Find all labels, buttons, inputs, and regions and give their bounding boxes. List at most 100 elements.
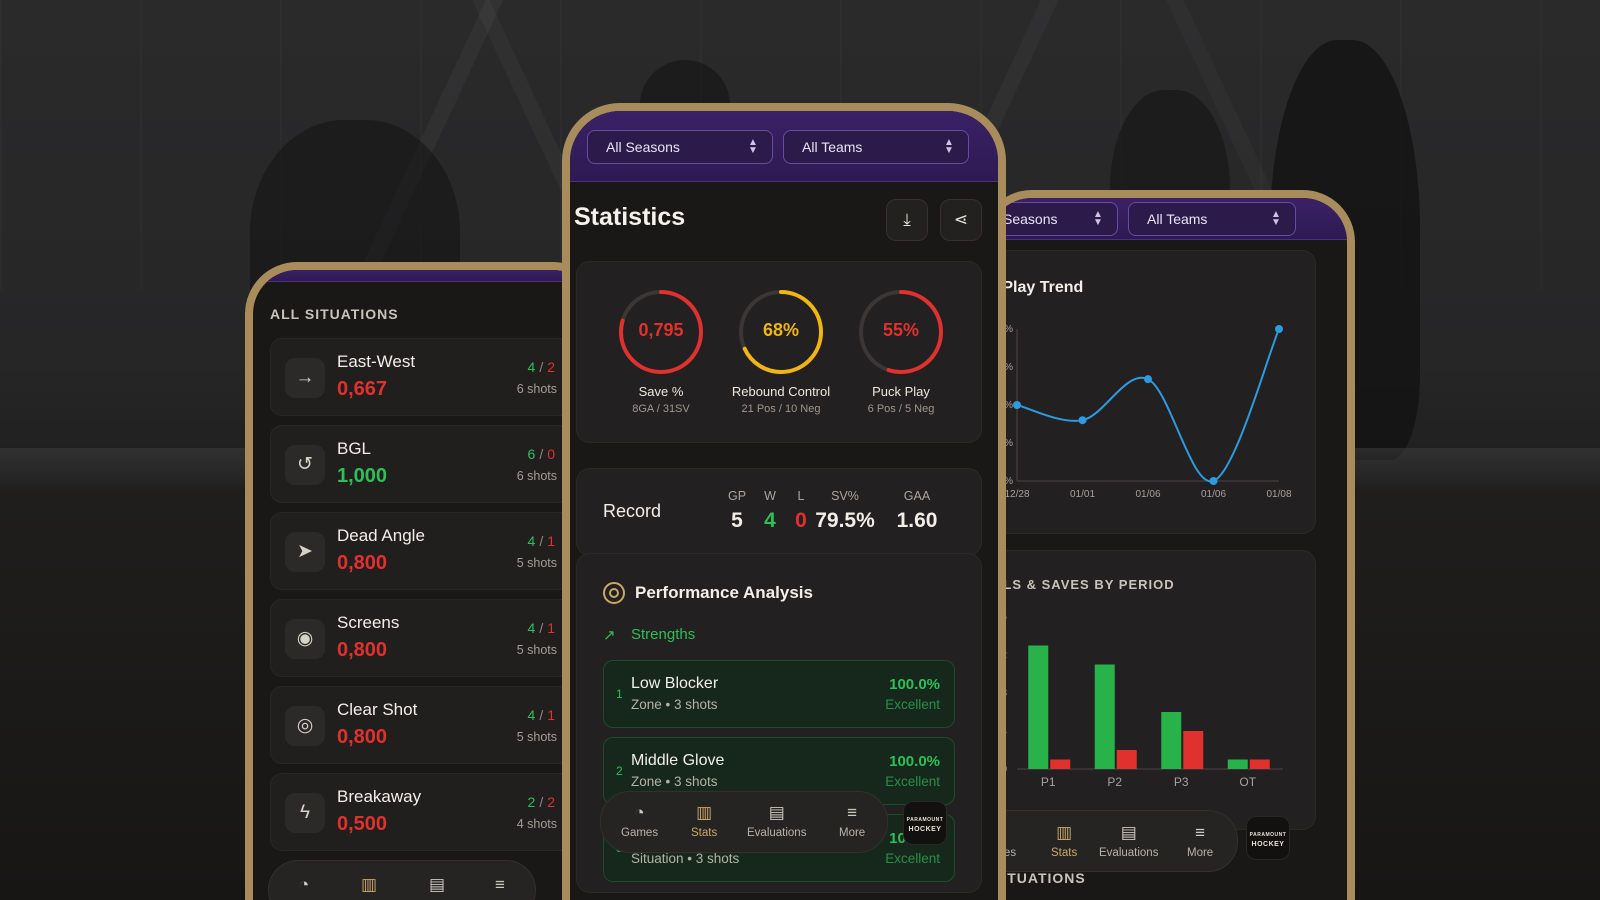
phone-statistics: All Seasons ▲ ▼ All Teams ▲ ▼ Statistics ⤓… bbox=[562, 103, 1006, 900]
nav-games[interactable]: ◔ Games bbox=[621, 803, 658, 839]
strength-name: Middle Glove bbox=[631, 752, 725, 769]
brand-logo[interactable]: PARAMOUNT HOCKEY bbox=[903, 801, 947, 845]
ratio-sep: / bbox=[539, 794, 544, 810]
nav-stats-icon[interactable]: ▥ bbox=[361, 875, 377, 899]
section-title: ALL SITUATIONS bbox=[270, 306, 399, 322]
situation-row[interactable]: ↺ BGL 1,000 6/0 6 shots bbox=[270, 425, 597, 503]
strength-index: 2 bbox=[616, 764, 623, 778]
clipboard-icon: ▤ bbox=[768, 803, 785, 822]
trend-card: k Play Trend 0%25%50%75%100%12/2801/0101… bbox=[988, 250, 1316, 534]
gauges-card: 0,795 Save % 8GA / 31SV 68% Rebound Control 2… bbox=[576, 261, 982, 443]
ratio-sep: / bbox=[539, 359, 544, 375]
situation-row[interactable]: ◉ Screens 0,800 4/1 5 shots bbox=[270, 599, 597, 677]
nav-evaluations-icon[interactable]: ▤ bbox=[429, 875, 445, 899]
situation-ratio: 4/2 bbox=[528, 359, 555, 375]
situation-value: 0,800 bbox=[337, 639, 388, 661]
bad-count: 1 bbox=[547, 620, 555, 636]
situation-shots: 5 shots bbox=[516, 643, 557, 657]
nav-label: More bbox=[839, 827, 866, 839]
bottom-nav: ◔ Games ▥ Stats ▤ Evaluations ≡ More bbox=[600, 791, 888, 853]
nav-stats[interactable]: ▥ Stats bbox=[691, 803, 717, 839]
season-select[interactable]: All Seasons ▲ ▼ bbox=[587, 130, 773, 164]
arrow-right-icon: → bbox=[285, 358, 325, 398]
saves-bar bbox=[1094, 664, 1115, 769]
x-tick-label: P3 bbox=[1174, 775, 1189, 789]
situation-row[interactable]: → East-West 0,667 4/2 6 shots bbox=[270, 338, 597, 416]
situation-value: 0,500 bbox=[337, 813, 388, 835]
lightning-icon: ϟ bbox=[285, 793, 325, 833]
team-select[interactable]: All Teams ▲ ▼ bbox=[1128, 202, 1296, 236]
situation-row[interactable]: ϟ Breakaway 0,500 2/2 4 shots bbox=[270, 773, 597, 851]
period-card: ALS & SAVES BY PERIOD 0481216P1P2P3OT bbox=[988, 550, 1316, 830]
period-title: ALS & SAVES BY PERIOD bbox=[993, 577, 1175, 592]
clipboard-icon: ▤ bbox=[1120, 823, 1137, 842]
team-select-value: All Teams bbox=[1147, 211, 1208, 227]
record-card: Record GP 5 W 4 L 0 SV% 79.5% GAA 1.60 bbox=[576, 468, 982, 556]
phone-trends: Seasons ▲▼ All Teams ▲▼ k Play Trend 0%2… bbox=[980, 190, 1355, 900]
performance-title: Performance Analysis bbox=[635, 583, 813, 602]
phone-situations: ALL SITUATIONS → East-West 0,667 4/2 6 shots… bbox=[245, 262, 605, 900]
ratio-sep: / bbox=[539, 446, 544, 462]
x-tick-label: 01/06 bbox=[1135, 489, 1160, 500]
bar-chart-icon: ▥ bbox=[1056, 823, 1073, 842]
gauge: 55% Puck Play 6 Pos / 5 Neg bbox=[841, 288, 961, 415]
good-count: 4 bbox=[527, 359, 536, 375]
x-tick-label: P2 bbox=[1107, 775, 1122, 789]
nav-more-icon[interactable]: ≡ bbox=[495, 875, 505, 899]
section-title: SITUATIONS bbox=[992, 870, 1086, 886]
team-select[interactable]: All Teams ▲ ▼ bbox=[783, 130, 969, 164]
brand-logo[interactable]: PARAMOUNT HOCKEY bbox=[1246, 816, 1290, 860]
goals-bar bbox=[1116, 750, 1137, 769]
x-tick-label: P1 bbox=[1041, 775, 1056, 789]
situation-row[interactable]: ◎ Clear Shot 0,800 4/1 5 shots bbox=[270, 686, 597, 764]
chevron-updown-icon: ▲ ▼ bbox=[748, 137, 758, 156]
goals-bar bbox=[1050, 759, 1071, 769]
trend-point bbox=[1144, 375, 1152, 384]
situation-row[interactable]: ➤ Dead Angle 0,800 4/1 5 shots bbox=[270, 512, 597, 590]
bad-count: 2 bbox=[547, 359, 555, 375]
x-tick-label: 01/01 bbox=[1070, 489, 1095, 500]
situation-ratio: 4/1 bbox=[528, 533, 555, 549]
share-button[interactable]: ⋖ bbox=[940, 199, 982, 241]
strength-item[interactable]: 1 Low Blocker Zone • 3 shots 100.0% Excellen… bbox=[603, 660, 955, 728]
situation-ratio: 6/0 bbox=[528, 446, 555, 462]
nav-evaluations[interactable]: ▤ Evaluations bbox=[1099, 823, 1158, 859]
rotate-icon: ↺ bbox=[285, 445, 325, 485]
gauge: 0,795 Save % 8GA / 31SV bbox=[601, 288, 721, 415]
bad-count: 2 bbox=[547, 794, 555, 810]
menu-icon: ≡ bbox=[847, 803, 858, 822]
strength-sub: Situation • 3 shots bbox=[631, 851, 740, 866]
gauge: 68% Rebound Control 21 Pos / 10 Neg bbox=[721, 288, 841, 415]
gauge-label: Save % bbox=[638, 384, 684, 399]
situation-name: Dead Angle bbox=[337, 526, 425, 545]
situation-shots: 5 shots bbox=[516, 730, 557, 744]
nav-stats[interactable]: ▥ Stats bbox=[1051, 823, 1077, 859]
record-label: Record bbox=[603, 501, 662, 521]
bad-count: 0 bbox=[547, 446, 555, 462]
saves-bar bbox=[1161, 712, 1182, 769]
situation-ratio: 2/2 bbox=[528, 794, 555, 810]
saves-bar bbox=[1227, 759, 1248, 769]
nav-more[interactable]: ≡ More bbox=[1187, 823, 1213, 859]
chevron-updown-icon: ▲ ▼ bbox=[1271, 209, 1281, 228]
nav-games-icon[interactable]: ◔ bbox=[299, 875, 309, 899]
situation-shots: 6 shots bbox=[516, 382, 557, 396]
period-bar-chart: 0481216P1P2P3OT bbox=[996, 612, 1283, 789]
gauge-sub: 6 Pos / 5 Neg bbox=[867, 403, 935, 415]
situation-name: BGL bbox=[337, 439, 372, 458]
nav-evaluations[interactable]: ▤ Evaluations bbox=[747, 803, 806, 839]
record-value: 79.5% bbox=[815, 509, 875, 532]
strength-pct: 100.0% bbox=[889, 676, 940, 693]
situation-value: 0,800 bbox=[337, 552, 388, 574]
ratio-sep: / bbox=[539, 620, 544, 636]
strength-level: Excellent bbox=[885, 851, 940, 866]
filter-bar: All Seasons ▲ ▼ All Teams ▲ ▼ bbox=[570, 111, 998, 182]
strength-index: 1 bbox=[616, 687, 623, 701]
x-tick-label: 01/06 bbox=[1201, 489, 1226, 500]
good-count: 2 bbox=[527, 794, 536, 810]
record-header: L bbox=[797, 489, 805, 503]
gauge-value: 0,795 bbox=[638, 320, 684, 340]
season-select-value: Seasons bbox=[1003, 211, 1058, 227]
nav-more[interactable]: ≡ More bbox=[839, 803, 865, 839]
download-button[interactable]: ⤓ bbox=[886, 199, 928, 241]
